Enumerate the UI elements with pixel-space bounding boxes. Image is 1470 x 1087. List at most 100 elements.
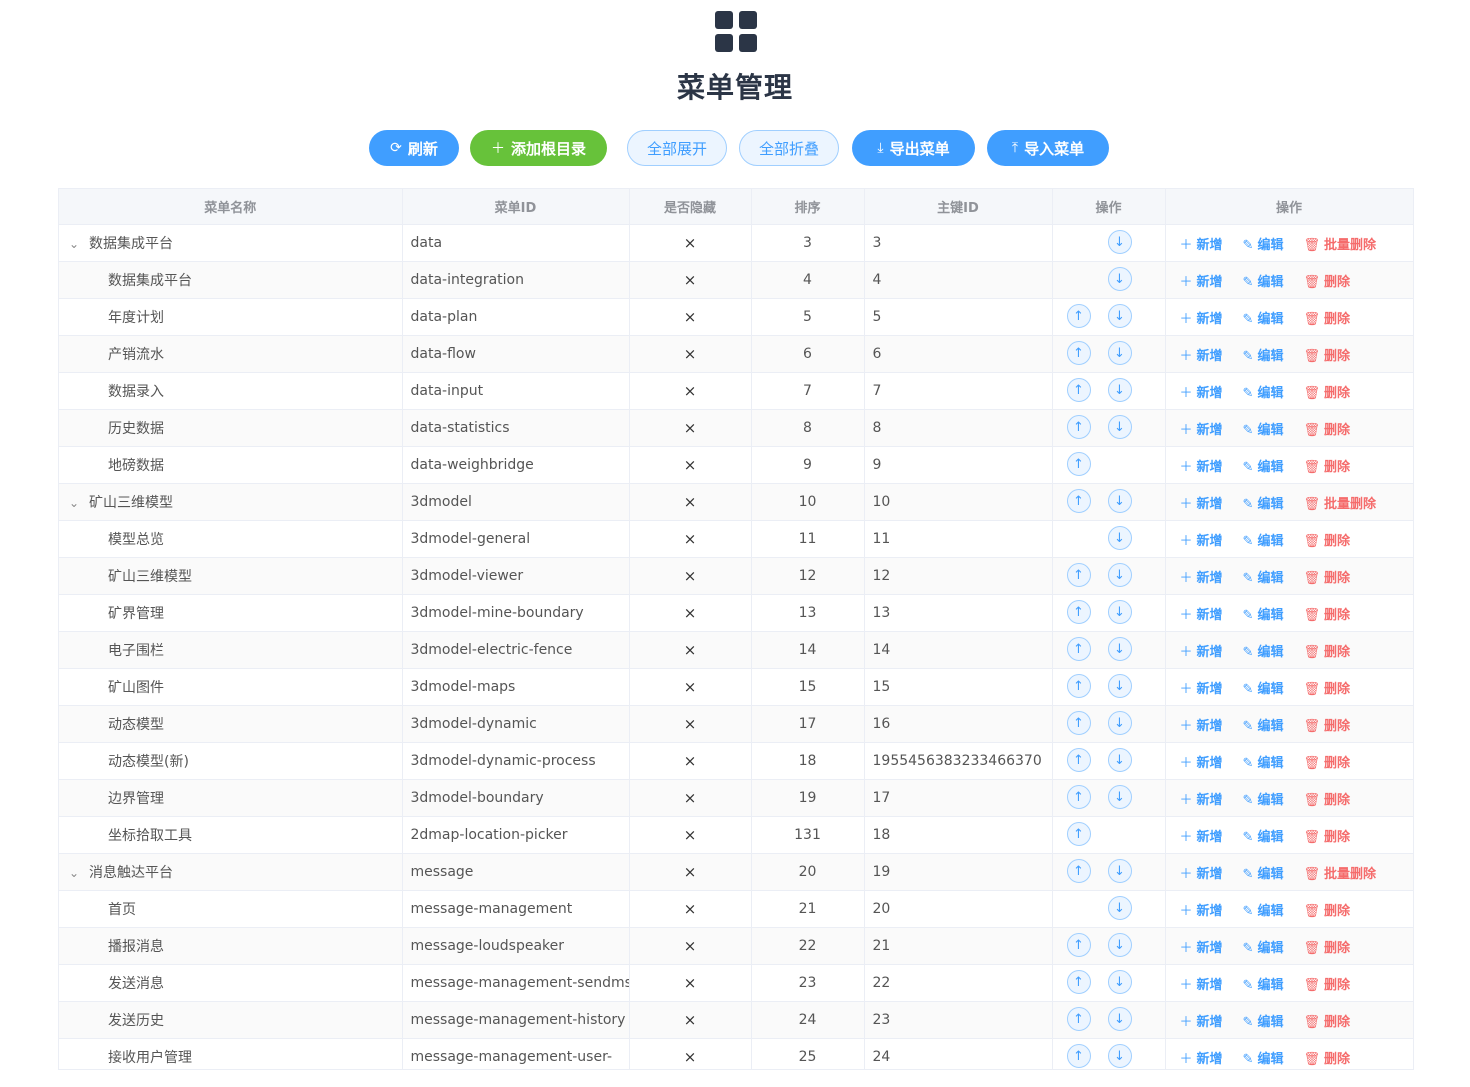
refresh-button[interactable]: ⟳ 刷新 [369,130,459,166]
edit-button[interactable]: ✎ 编辑 [1243,382,1284,401]
move-down-icon[interactable]: ↓ [1107,526,1132,550]
delete-button[interactable]: 🗑 删除 [1303,604,1350,623]
add-child-button[interactable]: ＋新增 [1180,308,1223,327]
edit-button[interactable]: ✎ 编辑 [1243,604,1284,623]
delete-button[interactable]: 🗑 删除 [1303,715,1350,734]
move-up-icon[interactable]: ↑ [1066,970,1091,994]
edit-button[interactable]: ✎ 编辑 [1243,271,1284,290]
add-child-button[interactable]: ＋新增 [1180,271,1223,290]
move-down-icon[interactable]: ↓ [1107,489,1132,513]
add-child-button[interactable]: ＋新增 [1180,826,1223,845]
add-child-button[interactable]: ＋新增 [1180,1011,1223,1030]
move-down-icon[interactable]: ↓ [1107,600,1132,624]
move-up-icon[interactable]: ↑ [1066,304,1091,328]
edit-button[interactable]: ✎ 编辑 [1243,1011,1284,1030]
add-child-button[interactable]: ＋新增 [1180,234,1223,253]
delete-button[interactable]: 🗑 删除 [1303,789,1350,808]
edit-button[interactable]: ✎ 编辑 [1243,567,1284,586]
delete-button[interactable]: 🗑 删除 [1303,1011,1350,1030]
move-down-icon[interactable]: ↓ [1107,970,1132,994]
move-up-icon[interactable]: ↑ [1066,563,1091,587]
move-up-icon[interactable]: ↑ [1066,341,1091,365]
delete-button[interactable]: 🗑 删除 [1303,937,1350,956]
edit-button[interactable]: ✎ 编辑 [1243,900,1284,919]
delete-button[interactable]: 🗑 删除 [1303,974,1350,993]
edit-button[interactable]: ✎ 编辑 [1243,419,1284,438]
delete-button[interactable]: 🗑 删除 [1303,308,1350,327]
edit-button[interactable]: ✎ 编辑 [1243,308,1284,327]
move-down-icon[interactable]: ↓ [1107,859,1132,883]
move-down-icon[interactable]: ↓ [1107,563,1132,587]
delete-button[interactable]: 🗑 删除 [1303,1048,1350,1067]
move-up-icon[interactable]: ↑ [1066,785,1091,809]
expand-all-button[interactable]: 全部展开 [627,130,727,166]
edit-button[interactable]: ✎ 编辑 [1243,641,1284,660]
add-child-button[interactable]: ＋新增 [1180,974,1223,993]
edit-button[interactable]: ✎ 编辑 [1243,1048,1284,1067]
move-up-icon[interactable]: ↑ [1066,489,1091,513]
delete-button[interactable]: 🗑 删除 [1303,345,1350,364]
add-child-button[interactable]: ＋新增 [1180,937,1223,956]
edit-button[interactable]: ✎ 编辑 [1243,456,1284,475]
chevron-down-icon[interactable]: ⌄ [69,237,89,251]
add-child-button[interactable]: ＋新增 [1180,789,1223,808]
move-up-icon[interactable]: ↑ [1066,1007,1091,1031]
delete-button[interactable]: 🗑 删除 [1303,419,1350,438]
edit-button[interactable]: ✎ 编辑 [1243,789,1284,808]
add-child-button[interactable]: ＋新增 [1180,1048,1223,1067]
chevron-down-icon[interactable]: ⌄ [69,496,89,510]
move-up-icon[interactable]: ↑ [1066,822,1091,846]
add-child-button[interactable]: ＋新增 [1180,345,1223,364]
delete-button[interactable]: 🗑 批量删除 [1303,493,1376,512]
add-child-button[interactable]: ＋新增 [1180,493,1223,512]
edit-button[interactable]: ✎ 编辑 [1243,937,1284,956]
collapse-all-button[interactable]: 全部折叠 [739,130,839,166]
edit-button[interactable]: ✎ 编辑 [1243,493,1284,512]
delete-button[interactable]: 🗑 删除 [1303,530,1350,549]
move-up-icon[interactable]: ↑ [1066,933,1091,957]
edit-button[interactable]: ✎ 编辑 [1243,345,1284,364]
edit-button[interactable]: ✎ 编辑 [1243,826,1284,845]
edit-button[interactable]: ✎ 编辑 [1243,752,1284,771]
add-child-button[interactable]: ＋新增 [1180,567,1223,586]
delete-button[interactable]: 🗑 批量删除 [1303,234,1376,253]
move-up-icon[interactable]: ↑ [1066,859,1091,883]
delete-button[interactable]: 🗑 删除 [1303,567,1350,586]
add-child-button[interactable]: ＋新增 [1180,382,1223,401]
move-down-icon[interactable]: ↓ [1107,304,1132,328]
move-up-icon[interactable]: ↑ [1066,674,1091,698]
move-down-icon[interactable]: ↓ [1107,785,1132,809]
move-down-icon[interactable]: ↓ [1107,933,1132,957]
move-up-icon[interactable]: ↑ [1066,637,1091,661]
move-down-icon[interactable]: ↓ [1107,896,1132,920]
move-up-icon[interactable]: ↑ [1066,452,1091,476]
move-up-icon[interactable]: ↑ [1066,711,1091,735]
add-child-button[interactable]: ＋新增 [1180,752,1223,771]
add-child-button[interactable]: ＋新增 [1180,641,1223,660]
add-child-button[interactable]: ＋新增 [1180,530,1223,549]
add-child-button[interactable]: ＋新增 [1180,678,1223,697]
add-child-button[interactable]: ＋新增 [1180,900,1223,919]
move-down-icon[interactable]: ↓ [1107,341,1132,365]
delete-button[interactable]: 🗑 删除 [1303,900,1350,919]
move-up-icon[interactable]: ↑ [1066,415,1091,439]
move-down-icon[interactable]: ↓ [1107,230,1132,254]
edit-button[interactable]: ✎ 编辑 [1243,678,1284,697]
move-down-icon[interactable]: ↓ [1107,1007,1132,1031]
delete-button[interactable]: 🗑 删除 [1303,752,1350,771]
delete-button[interactable]: 🗑 删除 [1303,826,1350,845]
delete-button[interactable]: 🗑 删除 [1303,678,1350,697]
delete-button[interactable]: 🗑 删除 [1303,271,1350,290]
move-down-icon[interactable]: ↓ [1107,637,1132,661]
export-menu-button[interactable]: ⤓ 导出菜单 [852,130,975,166]
edit-button[interactable]: ✎ 编辑 [1243,974,1284,993]
add-child-button[interactable]: ＋新增 [1180,715,1223,734]
delete-button[interactable]: 🗑 删除 [1303,641,1350,660]
add-child-button[interactable]: ＋新增 [1180,419,1223,438]
add-child-button[interactable]: ＋新增 [1180,863,1223,882]
chevron-down-icon[interactable]: ⌄ [69,866,89,880]
delete-button[interactable]: 🗑 批量删除 [1303,863,1376,882]
edit-button[interactable]: ✎ 编辑 [1243,715,1284,734]
move-up-icon[interactable]: ↑ [1066,600,1091,624]
move-up-icon[interactable]: ↑ [1066,748,1091,772]
